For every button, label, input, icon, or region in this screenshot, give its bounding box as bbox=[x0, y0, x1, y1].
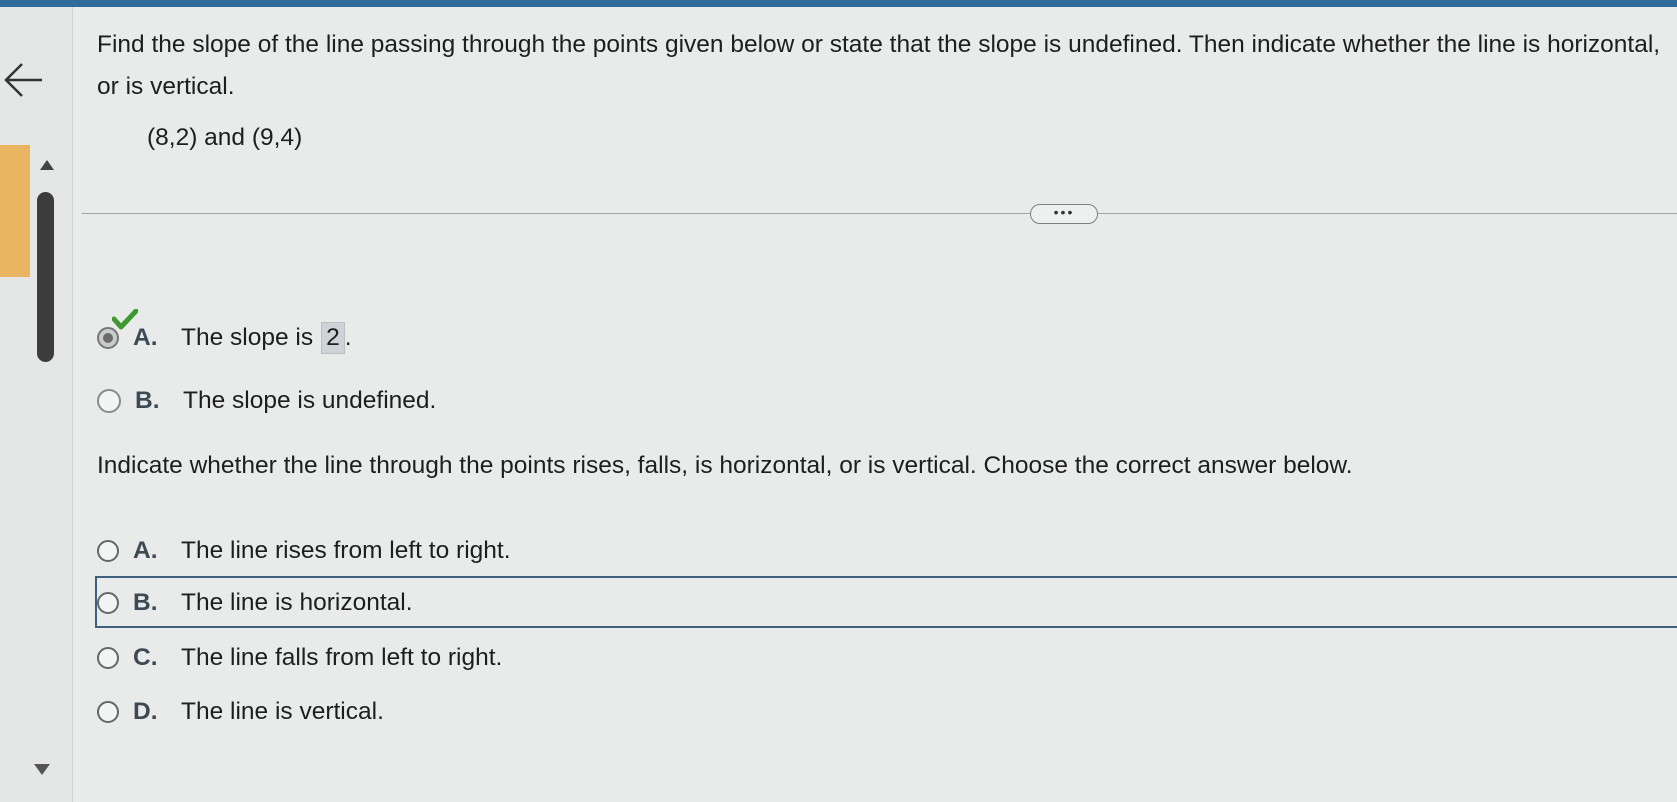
option-letter: C. bbox=[133, 644, 158, 671]
option-letter: D. bbox=[133, 698, 158, 725]
option-letter: B. bbox=[135, 387, 160, 414]
sub-question-text: Indicate whether the line through the po… bbox=[97, 452, 1353, 479]
radio[interactable] bbox=[97, 647, 119, 669]
option-letter: A. bbox=[133, 537, 158, 564]
back-arrow-icon[interactable] bbox=[2, 58, 46, 102]
scroll-up-icon[interactable] bbox=[40, 160, 54, 170]
slope-option-b[interactable]: B. The slope is undefined. bbox=[97, 381, 436, 421]
left-gutter bbox=[0, 7, 73, 802]
option-text: The line falls from left to right. bbox=[181, 644, 503, 671]
direction-option-a[interactable]: A. The line rises from left to right. bbox=[97, 531, 511, 571]
direction-option-c[interactable]: C. The line falls from left to right. bbox=[97, 638, 502, 678]
question-text: Find the slope of the line passing throu… bbox=[97, 31, 1661, 100]
option-text-end: . bbox=[344, 324, 352, 351]
radio[interactable] bbox=[97, 592, 119, 614]
direction-option-d[interactable]: D. The line is vertical. bbox=[97, 692, 384, 732]
orange-side-tab[interactable] bbox=[0, 145, 30, 277]
top-bar bbox=[0, 0, 1677, 7]
option-letter: B. bbox=[133, 589, 158, 616]
option-text: The line is vertical. bbox=[181, 698, 384, 725]
option-text: The slope is bbox=[181, 324, 314, 351]
option-text: The slope is undefined. bbox=[183, 387, 437, 414]
radio[interactable] bbox=[97, 701, 119, 723]
option-letter: A. bbox=[133, 324, 158, 351]
more-button[interactable]: ••• bbox=[1030, 204, 1098, 224]
direction-option-b[interactable]: B. The line is horizontal. bbox=[97, 583, 413, 623]
checkmark-icon bbox=[112, 309, 138, 330]
option-text: The line rises from left to right. bbox=[181, 537, 511, 564]
divider bbox=[82, 213, 1677, 214]
radio[interactable] bbox=[97, 389, 121, 413]
answer-box[interactable]: 2 bbox=[321, 322, 345, 354]
radio[interactable] bbox=[97, 540, 119, 562]
scroll-down-icon[interactable] bbox=[34, 764, 50, 775]
points-text: (8,2) and (9,4) bbox=[147, 124, 303, 151]
scrollbar-thumb[interactable] bbox=[37, 192, 54, 362]
option-text: The line is horizontal. bbox=[181, 589, 413, 616]
